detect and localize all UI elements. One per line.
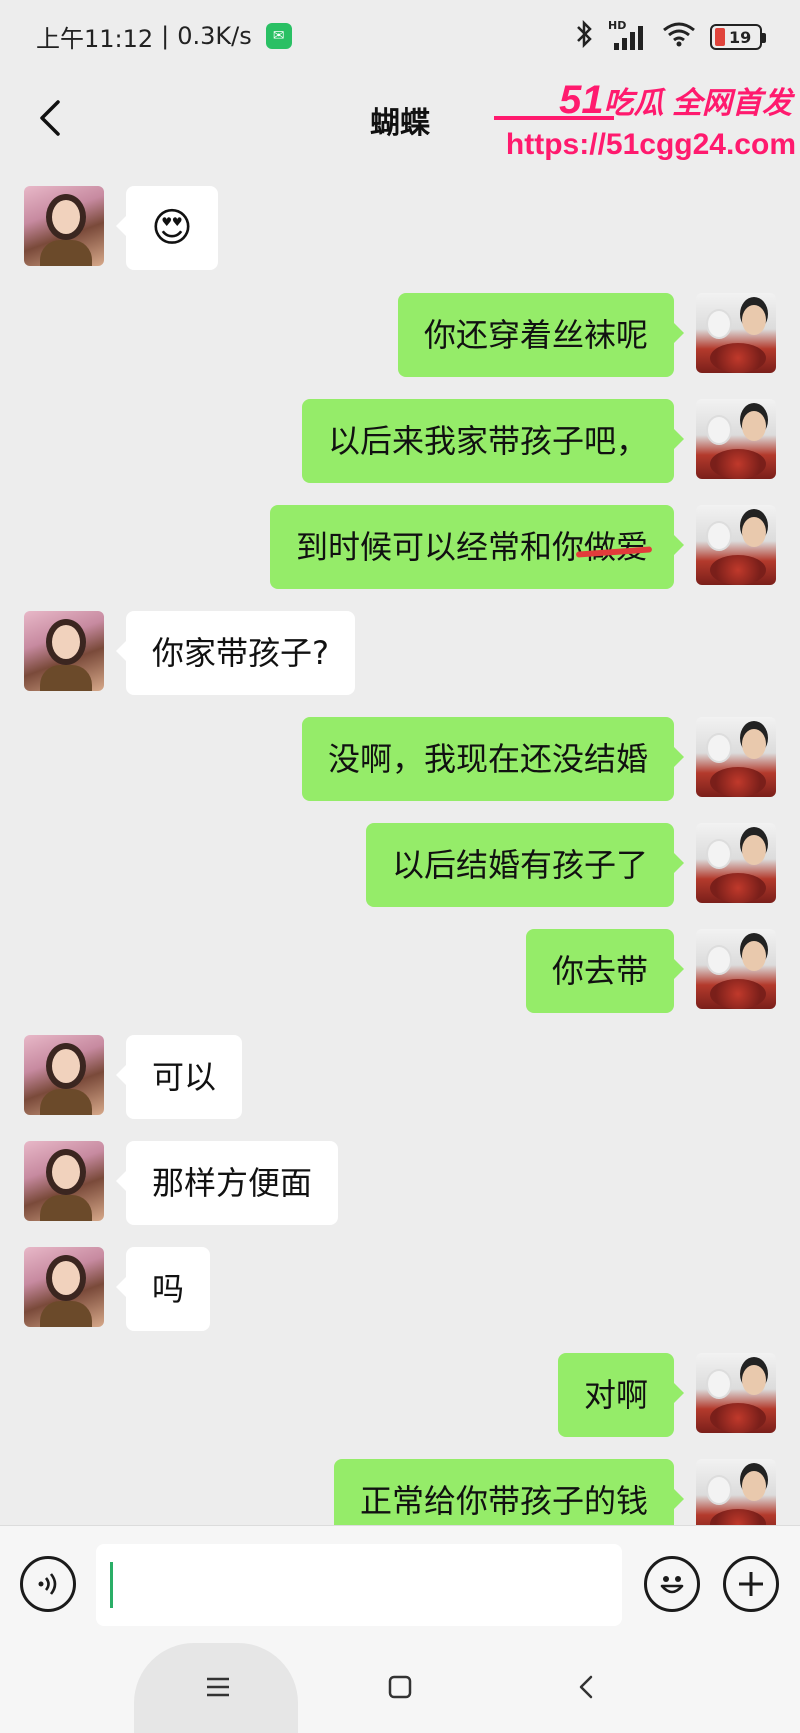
self-avatar[interactable] [696, 293, 776, 373]
wifi-icon [662, 21, 696, 53]
message-bubble-in[interactable]: 你家带孩子? [116, 611, 355, 695]
status-left: 上午11:12 | 0.3K/s ✉ [36, 19, 292, 54]
chat-title: 蝴蝶 [370, 106, 430, 141]
contact-avatar[interactable] [24, 1141, 104, 1221]
status-bar: 上午11:12 | 0.3K/s ✉ HD 19 [0, 0, 800, 72]
message-bubble-in[interactable]: 那样方便面 [115, 1141, 339, 1225]
message-bubble-out[interactable]: 你还穿着丝袜呢 [397, 293, 685, 377]
message-bubble-in[interactable]: 可以 [115, 1035, 243, 1119]
contact-avatar[interactable] [24, 1035, 104, 1115]
more-button[interactable] [723, 1556, 779, 1612]
status-time: 上午11:12 [36, 24, 154, 53]
watermark: 51吃瓜 全网首发 https://51cgg24.com [490, 78, 800, 168]
bluetooth-icon [574, 19, 594, 54]
self-avatar[interactable] [696, 1459, 776, 1525]
message-input[interactable] [96, 1544, 622, 1626]
menu-button[interactable] [198, 1667, 238, 1707]
emoji-button[interactable] [644, 1556, 700, 1612]
text-caret [110, 1562, 113, 1608]
message-bubble-in[interactable]: 😍 [116, 186, 218, 270]
battery-level: 19 [729, 27, 752, 47]
self-avatar[interactable] [696, 823, 776, 903]
chat-area[interactable]: 😍 你还穿着丝袜呢 以后来我家带孩子吧， 到时候可以经常和你做爱 你家带孩子? … [0, 168, 800, 1525]
status-separator: | [161, 22, 170, 50]
network-speed: 0.3K/s [177, 22, 252, 50]
back-button[interactable] [22, 90, 78, 146]
signal-icon: HD [608, 19, 648, 51]
battery-icon: 19 [710, 24, 766, 50]
message-bubble-out[interactable]: 以后来我家带孩子吧， [301, 399, 685, 483]
watermark-brand: 51吃瓜 全网首发 [559, 78, 792, 122]
contact-avatar[interactable] [24, 611, 104, 691]
menu-icon [207, 1677, 229, 1697]
contact-avatar[interactable] [24, 186, 104, 266]
home-button[interactable] [380, 1667, 420, 1707]
voice-button[interactable] [20, 1556, 76, 1612]
message-bubble-out[interactable]: 你去带 [525, 929, 685, 1013]
system-back-button[interactable] [566, 1667, 606, 1707]
status-right: HD 19 [574, 19, 766, 54]
message-bubble-out[interactable]: 对啊 [557, 1353, 685, 1437]
wechat-icon: ✉ [265, 23, 292, 49]
watermark-url: https://51cgg24.com [505, 128, 796, 161]
emoji-icon [660, 1576, 684, 1594]
back-triangle-icon [579, 1675, 593, 1699]
voice-icon [38, 1573, 57, 1595]
system-nav-bar [0, 1643, 800, 1733]
message-bubble-out[interactable]: 以后结婚有孩子了 [365, 823, 685, 907]
self-avatar[interactable] [696, 1353, 776, 1433]
chevron-left-icon [40, 100, 60, 136]
plus-icon [739, 1572, 763, 1596]
message-bubble-in[interactable]: 吗 [115, 1247, 211, 1331]
home-square-icon [388, 1675, 412, 1699]
message-bubble-out[interactable]: 正常给你带孩子的钱 [333, 1459, 685, 1525]
self-avatar[interactable] [696, 929, 776, 1009]
input-bar [0, 1525, 800, 1643]
self-avatar[interactable] [696, 505, 776, 585]
contact-avatar[interactable] [24, 1247, 104, 1327]
self-avatar[interactable] [696, 717, 776, 797]
battery-fill [715, 28, 725, 46]
message-bubble-out[interactable]: 没啊，我现在还没结婚 [301, 717, 685, 801]
message-bubble-out[interactable]: 到时候可以经常和你做爱 [269, 505, 685, 589]
self-avatar[interactable] [696, 399, 776, 479]
